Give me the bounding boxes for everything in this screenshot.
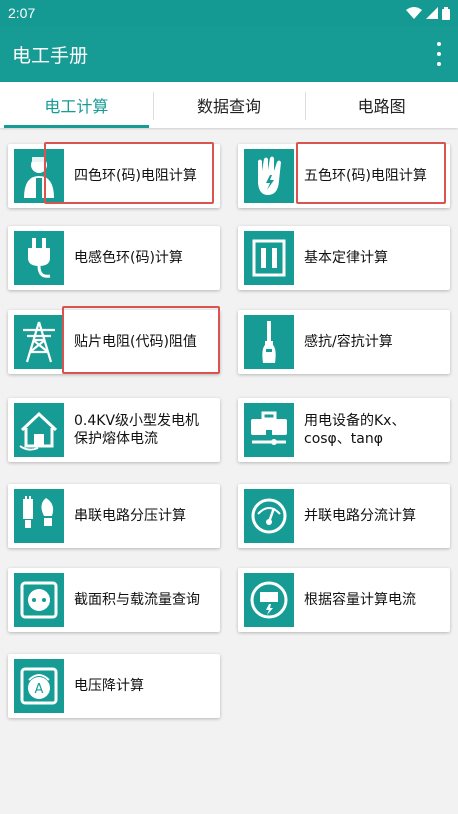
item-label: 电感色环(码)计算 — [74, 250, 183, 266]
calc-item-equipment-factors[interactable]: 用电设备的Kx、cosφ、tanφ — [238, 398, 450, 462]
status-bar: 2:07 — [0, 0, 458, 26]
item-label: 电压降计算 — [74, 678, 144, 694]
meter-icon — [244, 573, 294, 627]
app-bar: 电工手册 — [0, 26, 458, 82]
tab-circuit-diagram[interactable]: 电路图 — [305, 82, 458, 128]
app-title: 电工手册 — [12, 44, 89, 67]
tab-electrical-calc[interactable]: 电工计算 — [0, 82, 153, 128]
wifi-icon — [406, 7, 422, 19]
item-label: 四色环(码)电阻计算 — [74, 168, 197, 184]
item-label: 根据容量计算电流 — [304, 592, 416, 608]
item-label: 用电设备的Kx、cosφ、tanφ — [304, 413, 406, 447]
tab-label: 电工计算 — [44, 97, 109, 116]
calc-item-series-voltage-divider[interactable]: 串联电路分压计算 — [8, 484, 220, 548]
tab-label: 数据查询 — [197, 97, 262, 116]
plug-icon — [14, 231, 64, 285]
item-label: 串联电路分压计算 — [74, 508, 186, 524]
pylon-icon — [14, 315, 64, 369]
calc-item-generator-fuse[interactable]: 0.4KV级小型发电机保护熔体电流 — [8, 398, 220, 462]
house-plug-icon — [14, 403, 64, 457]
calc-item-parallel-current-divider[interactable]: 并联电路分流计算 — [238, 484, 450, 548]
calc-item-cross-section-ampacity[interactable]: 截面积与载流量查询 — [8, 568, 220, 632]
calc-item-capacity-current[interactable]: 根据容量计算电流 — [238, 568, 450, 632]
switch-icon — [244, 231, 294, 285]
bulbs-icon — [14, 489, 64, 543]
gauge-icon — [244, 489, 294, 543]
ammeter-icon: A — [14, 659, 64, 713]
item-label: 截面积与载流量查询 — [74, 592, 200, 608]
calc-item-inductor-color-code[interactable]: 电感色环(码)计算 — [8, 226, 220, 290]
calc-item-reactance[interactable]: 感抗/容抗计算 — [238, 310, 450, 374]
socket-icon — [14, 573, 64, 627]
calc-item-basic-laws[interactable]: 基本定律计算 — [238, 226, 450, 290]
item-label: 基本定律计算 — [304, 250, 388, 266]
calc-item-four-band-resistor[interactable]: 四色环(码)电阻计算 — [8, 144, 220, 208]
screwdriver-icon — [244, 315, 294, 369]
overflow-menu-icon[interactable] — [432, 42, 446, 66]
calc-item-smd-resistor[interactable]: 贴片电阻(代码)阻值 — [8, 310, 220, 374]
item-label: 0.4KV级小型发电机保护熔体电流 — [74, 413, 200, 447]
tab-label: 电路图 — [357, 97, 406, 116]
item-label: 五色环(码)电阻计算 — [304, 168, 427, 184]
svg-text:A: A — [35, 682, 44, 697]
item-label: 贴片电阻(代码)阻值 — [74, 334, 197, 350]
item-label: 并联电路分流计算 — [304, 508, 416, 524]
signal-icon — [426, 7, 438, 19]
status-time: 2:07 — [8, 5, 36, 21]
status-icons — [406, 6, 450, 20]
tab-data-query[interactable]: 数据查询 — [152, 82, 306, 128]
worker-icon — [14, 149, 64, 203]
tab-bar: 电工计算 数据查询 电路图 — [0, 82, 458, 128]
battery-icon — [442, 6, 450, 20]
calc-item-voltage-drop[interactable]: A 电压降计算 — [8, 654, 220, 718]
calc-item-five-band-resistor[interactable]: 五色环(码)电阻计算 — [238, 144, 450, 208]
item-label: 感抗/容抗计算 — [304, 334, 393, 350]
toolbox-icon — [244, 403, 294, 457]
glove-icon — [244, 149, 294, 203]
